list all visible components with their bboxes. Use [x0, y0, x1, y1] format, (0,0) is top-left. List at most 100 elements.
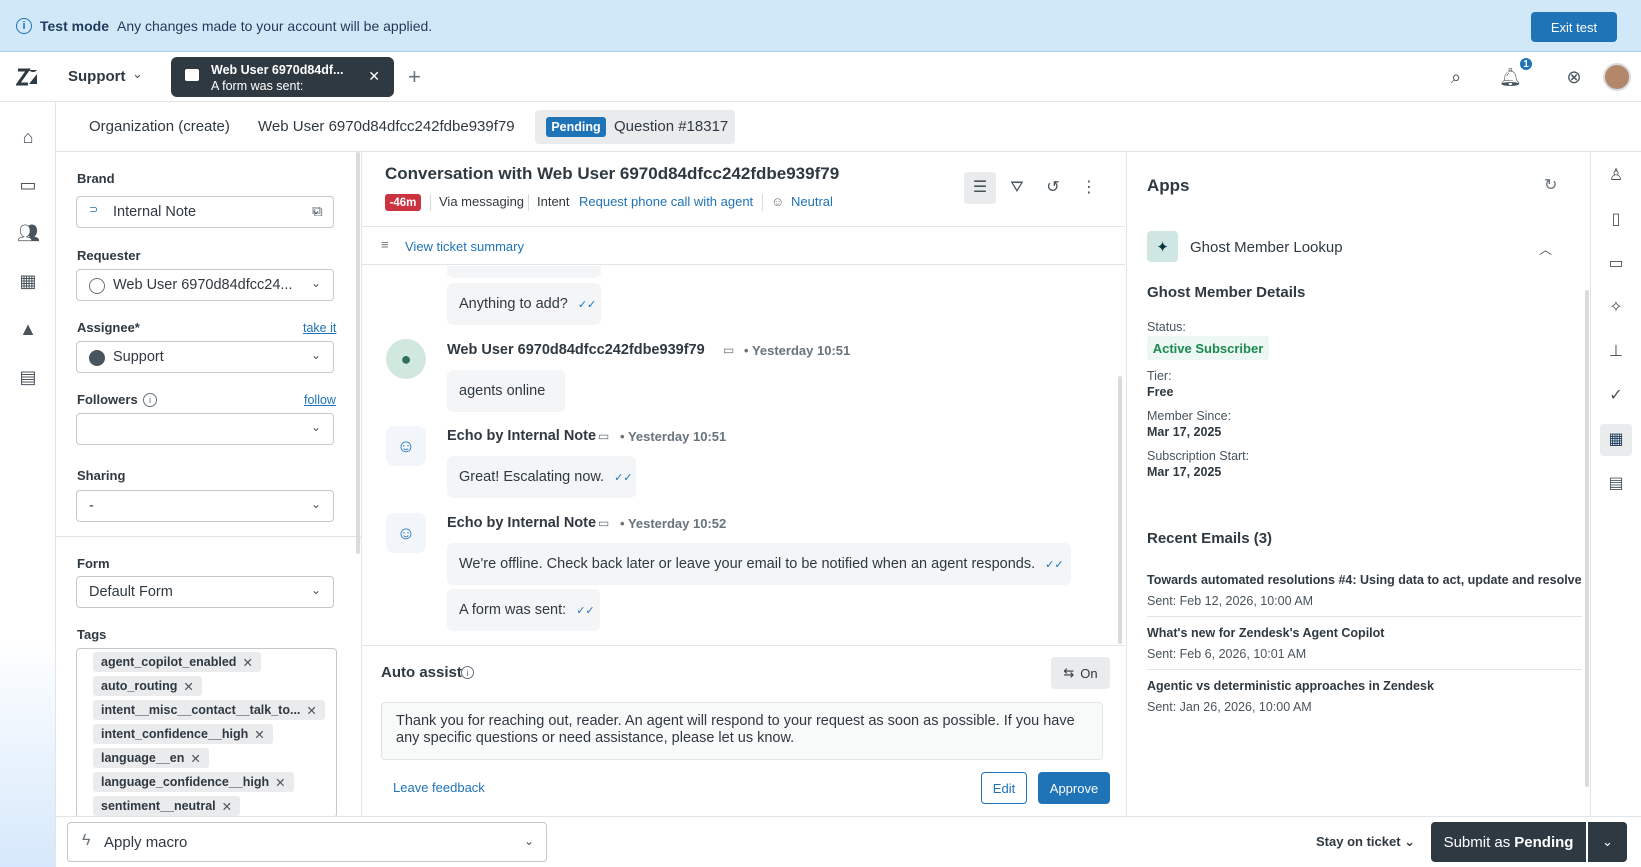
- stamp-icon[interactable]: ⊥: [1605, 341, 1627, 363]
- sentiment-value[interactable]: Neutral: [791, 194, 833, 209]
- group-icon: [89, 350, 105, 366]
- divider: [1147, 616, 1582, 617]
- assignee-select[interactable]: Support ⌄: [76, 341, 334, 373]
- intent-value[interactable]: Request phone call with agent: [579, 194, 753, 209]
- shapes-icon[interactable]: ▲: [17, 318, 39, 340]
- approve-button[interactable]: Approve: [1038, 772, 1110, 804]
- take-it-link[interactable]: take it: [303, 321, 336, 335]
- assignee-label: Assignee*: [77, 320, 140, 335]
- form-label: Form: [77, 556, 110, 571]
- product-switcher[interactable]: Support: [68, 68, 126, 85]
- app-frame: i Test mode Any changes made to your acc…: [0, 0, 1641, 867]
- email-title: Agentic vs deterministic approaches in Z…: [1147, 679, 1434, 693]
- remove-tag-icon[interactable]: ✕: [242, 655, 252, 670]
- tag-chip[interactable]: intent_confidence__high ✕: [93, 724, 273, 744]
- info-icon: i: [16, 17, 32, 34]
- tab-organization[interactable]: Organization (create): [89, 118, 230, 135]
- admin-icon[interactable]: ▤: [17, 366, 39, 388]
- chevron-down-icon[interactable]: ⌄: [132, 66, 143, 82]
- tags-label: Tags: [77, 627, 107, 642]
- tab-user[interactable]: Web User 6970d84dfcc242fdbe939f79: [258, 118, 515, 135]
- exit-test-button[interactable]: Exit test: [1531, 12, 1617, 42]
- conversation-title: Conversation with Web User 6970d84dfcc24…: [385, 164, 840, 183]
- tray-icon[interactable]: ▤: [1605, 473, 1627, 495]
- submit-button[interactable]: Submit as Pending: [1431, 822, 1586, 862]
- refresh-icon[interactable]: ↻: [1544, 175, 1557, 195]
- bell-icon[interactable]: 🔔︎: [1499, 66, 1522, 88]
- divider: [430, 194, 431, 211]
- edit-button[interactable]: Edit: [981, 772, 1027, 804]
- submit-options-button[interactable]: ⌄: [1588, 822, 1627, 862]
- leave-feedback-link[interactable]: Leave feedback: [393, 780, 485, 795]
- tag-label: auto_routing: [101, 679, 178, 693]
- tag-chip[interactable]: language__en ✕: [93, 748, 209, 768]
- more-icon[interactable]: ⋮: [1079, 178, 1099, 198]
- add-tab-icon[interactable]: +: [408, 64, 421, 90]
- tab-ticket-label: Question #18317: [614, 118, 729, 135]
- form-select[interactable]: Default Form ⌄: [76, 576, 334, 608]
- organizations-icon[interactable]: ▦: [17, 270, 39, 292]
- requester-select[interactable]: Web User 6970d84dfcc24... ⌄: [76, 269, 334, 301]
- sharing-select[interactable]: - ⌄: [76, 490, 334, 522]
- sharing-label: Sharing: [77, 468, 126, 483]
- remove-tag-icon[interactable]: ✕: [190, 751, 200, 766]
- list-add-icon[interactable]: ☰: [970, 178, 990, 198]
- lightning-icon: ϟ: [82, 832, 91, 849]
- user-icon[interactable]: ♙: [1605, 165, 1627, 187]
- users-icon[interactable]: 👥︎: [17, 222, 40, 244]
- divider: [1147, 669, 1582, 670]
- help-icon[interactable]: ⊗: [1563, 66, 1585, 88]
- tag-chip[interactable]: auto_routing ✕: [93, 676, 202, 696]
- tag-chip[interactable]: sentiment__neutral ✕: [93, 796, 241, 816]
- left-nav: [0, 102, 56, 867]
- message-time: • Yesterday 10:51: [744, 343, 851, 358]
- stay-on-ticket-select[interactable]: Stay on ticket ⌄: [1316, 834, 1415, 850]
- fields-scrollbar[interactable]: [356, 152, 360, 554]
- apps-grid-icon[interactable]: ▦: [1605, 429, 1627, 451]
- followers-label: Followers: [77, 392, 138, 407]
- search-icon[interactable]: ⌕: [1445, 66, 1467, 88]
- remove-tag-icon[interactable]: ✕: [222, 799, 232, 814]
- apps-scrollbar[interactable]: [1585, 290, 1589, 787]
- test-mode-banner: i Test mode Any changes made to your acc…: [0, 0, 1641, 52]
- message-sender: Echo by Internal Note: [447, 428, 597, 444]
- details-title: Ghost Member Details: [1147, 284, 1306, 301]
- remove-tag-icon[interactable]: ✕: [254, 727, 264, 742]
- chevron-up-icon[interactable]: ︿: [1539, 239, 1552, 258]
- tag-chip[interactable]: intent__misc__contact__talk_to... ✕: [93, 700, 325, 720]
- tag-chip[interactable]: language_confidence__high ✕: [93, 772, 294, 792]
- conversation-scrollbar[interactable]: [1118, 376, 1122, 644]
- remove-tag-icon[interactable]: ✕: [275, 775, 285, 790]
- test-mode-message: Any changes made to your account will be…: [116, 17, 433, 34]
- ticket-tab-title: Web User 6970d84df...: [211, 63, 344, 77]
- auto-assist-toggle[interactable]: ⇆ On: [1051, 657, 1110, 689]
- view-ticket-summary-link[interactable]: View ticket summary: [405, 239, 524, 254]
- knowledge-icon[interactable]: ▯: [1605, 209, 1627, 231]
- check-circle-icon[interactable]: ✓: [1605, 385, 1627, 407]
- followers-select[interactable]: ⌄: [76, 413, 334, 445]
- message-bubble: We're offline. Check back later or leave…: [447, 543, 1071, 585]
- tag-chip[interactable]: agent_copilot_enabled ✕: [93, 652, 261, 672]
- message-sender: Echo by Internal Note: [447, 515, 597, 531]
- copy-icon[interactable]: ⧉: [312, 203, 323, 220]
- close-icon[interactable]: ✕: [368, 68, 380, 85]
- user-icon: [89, 278, 105, 294]
- form-value: Default Form: [89, 584, 173, 600]
- requester-label: Requester: [77, 248, 141, 263]
- filter-icon[interactable]: ⛛: [1007, 178, 1027, 198]
- brand-select[interactable]: ⊃ Internal Note ⌄: [76, 196, 334, 228]
- message-text: Great! Escalating now.: [459, 469, 605, 485]
- home-icon[interactable]: ⌂: [17, 126, 39, 148]
- avatar[interactable]: [1603, 63, 1631, 91]
- ticket-tab[interactable]: Web User 6970d84df... A form was sent: ✕: [171, 57, 394, 97]
- remove-tag-icon[interactable]: ✕: [183, 679, 193, 694]
- inbox-icon[interactable]: ▭: [17, 174, 39, 196]
- follow-link[interactable]: follow: [304, 393, 336, 407]
- submit-prefix: Submit as: [1443, 833, 1511, 851]
- history-icon[interactable]: ↺: [1043, 178, 1063, 198]
- zendesk-logo-icon[interactable]: [15, 66, 38, 88]
- apply-macro-select[interactable]: ϟ Apply macro ⌄: [67, 822, 547, 862]
- conversations-icon[interactable]: ▭: [1605, 253, 1627, 275]
- sparkle-icon[interactable]: ✧: [1605, 297, 1627, 319]
- remove-tag-icon[interactable]: ✕: [306, 703, 316, 718]
